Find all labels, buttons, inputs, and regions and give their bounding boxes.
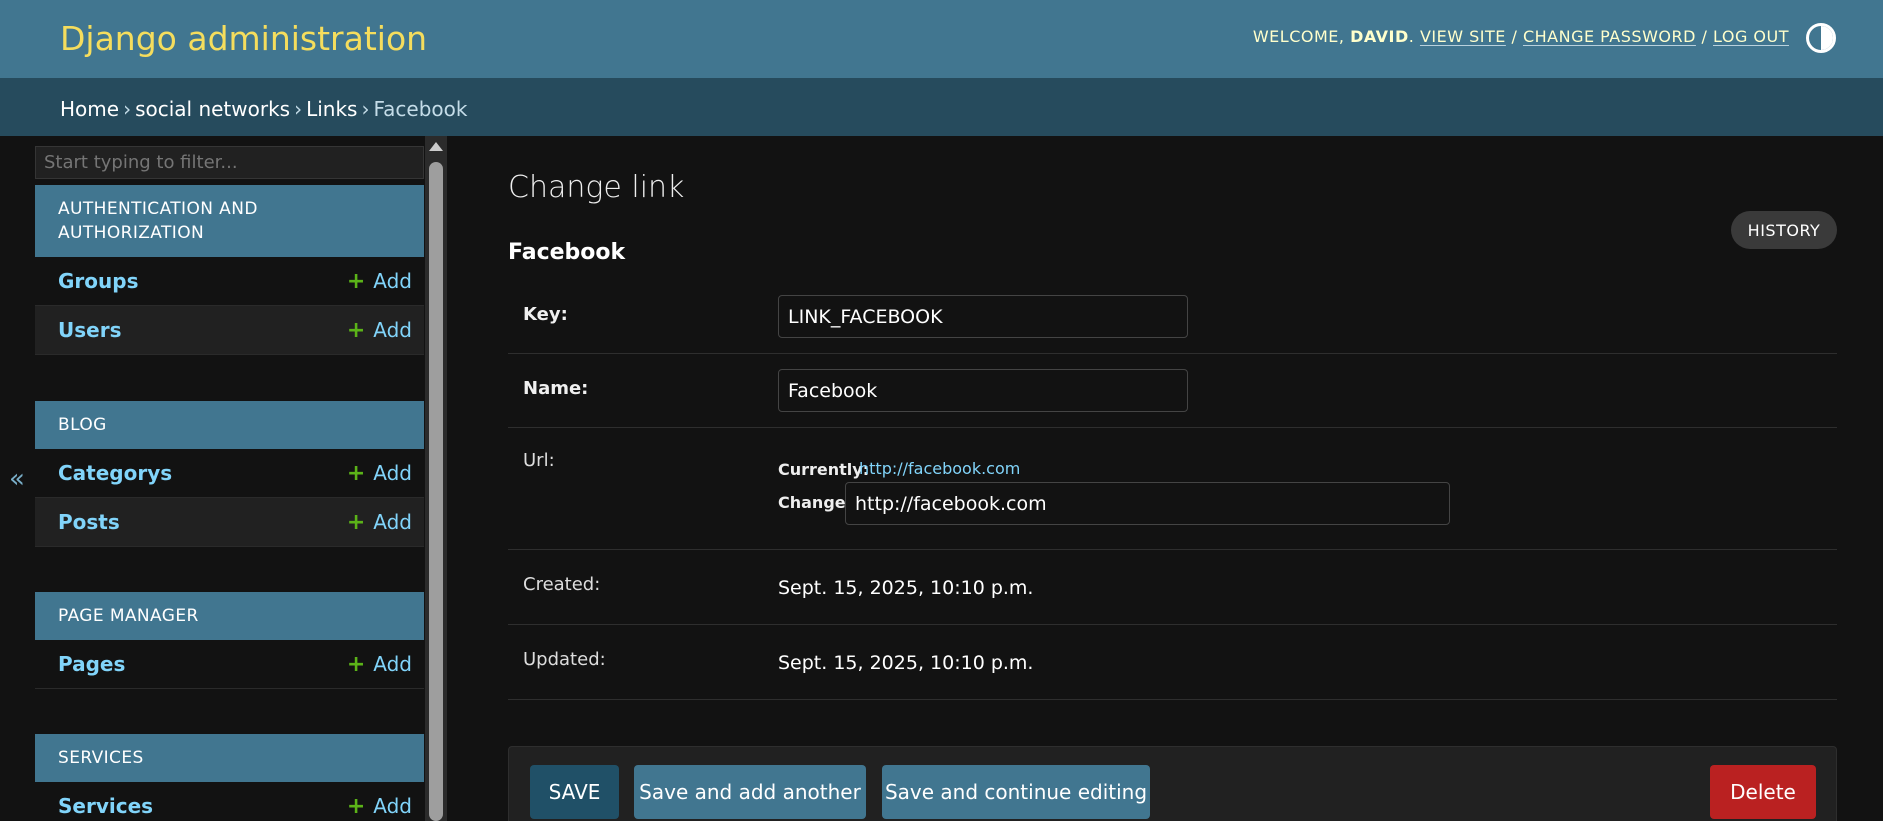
module-page-manager: PAGE MANAGER Pages + Add: [35, 592, 424, 689]
breadcrumb: Home › social networks › Links › Facebook: [0, 78, 1883, 136]
sidebar-scrollbar[interactable]: [425, 136, 447, 821]
object-name-heading: Facebook: [508, 240, 626, 265]
separator: /: [1701, 27, 1708, 46]
add-label: Add: [373, 794, 412, 818]
add-label: Add: [373, 510, 412, 534]
add-groups-link[interactable]: + Add: [347, 269, 412, 294]
plus-icon: +: [346, 651, 366, 677]
log-out-link[interactable]: LOG OUT: [1713, 27, 1789, 46]
url-field[interactable]: [845, 482, 1450, 525]
add-posts-link[interactable]: + Add: [347, 510, 412, 535]
page-title: Change link: [508, 170, 685, 205]
breadcrumb-current: Facebook: [373, 97, 468, 121]
add-label: Add: [373, 318, 412, 342]
model-link-services[interactable]: Services: [58, 794, 153, 818]
form-row-url: Url: Currently: http://facebook.com Chan…: [508, 428, 1837, 550]
scroll-up-arrow-icon[interactable]: [429, 142, 443, 151]
form-row-updated: Updated: Sept. 15, 2025, 10:10 p.m.: [508, 625, 1837, 700]
model-row-pages: Pages + Add: [35, 640, 424, 689]
header: Django administration WELCOME, DAVID. VI…: [0, 0, 1883, 78]
breadcrumb-app[interactable]: social networks: [135, 97, 290, 121]
breadcrumb-separator: ›: [361, 97, 370, 121]
module-caption-text: AUTHENTICATION AND AUTHORIZATION: [58, 199, 258, 243]
breadcrumb-separator: ›: [123, 97, 132, 121]
module-services: SERVICES Services + Add: [35, 734, 424, 821]
add-services-link[interactable]: + Add: [347, 794, 412, 819]
nav-filter-input[interactable]: [35, 146, 424, 179]
site-name[interactable]: Django administration: [60, 19, 427, 58]
breadcrumb-separator: ›: [294, 97, 303, 121]
module-caption-text: PAGE MANAGER: [58, 606, 199, 626]
model-link-categorys[interactable]: Categorys: [58, 461, 172, 485]
updated-label: Updated:: [523, 649, 606, 670]
key-label: Key:: [523, 304, 568, 325]
model-row-groups: Groups + Add: [35, 257, 424, 306]
name-label: Name:: [523, 378, 589, 399]
model-link-posts[interactable]: Posts: [58, 510, 120, 534]
separator: /: [1511, 27, 1518, 46]
form-row-created: Created: Sept. 15, 2025, 10:10 p.m.: [508, 550, 1837, 625]
add-label: Add: [373, 652, 412, 676]
plus-icon: +: [346, 460, 366, 486]
breadcrumb-model[interactable]: Links: [306, 97, 357, 121]
welcome-suffix: .: [1408, 27, 1415, 46]
form-row-key: Key:: [508, 280, 1837, 354]
add-label: Add: [373, 269, 412, 293]
module-blog: BLOG Categorys + Add Posts + Add: [35, 401, 424, 547]
add-categorys-link[interactable]: + Add: [347, 461, 412, 486]
module-caption[interactable]: BLOG: [35, 401, 424, 449]
current-url-link[interactable]: http://facebook.com: [859, 459, 1020, 478]
module-caption[interactable]: SERVICES: [35, 734, 424, 782]
name-field[interactable]: [778, 369, 1188, 412]
currently-label: Currently:: [778, 460, 870, 479]
delete-button[interactable]: Delete: [1710, 765, 1816, 819]
scrollbar-thumb[interactable]: [429, 162, 443, 821]
plus-icon: +: [346, 268, 366, 294]
module-caption-text: BLOG: [58, 415, 107, 435]
model-link-groups[interactable]: Groups: [58, 269, 138, 293]
contrast-icon-half: [1821, 26, 1833, 50]
save-and-add-another-button[interactable]: Save and add another: [634, 765, 866, 819]
created-value: Sept. 15, 2025, 10:10 p.m.: [778, 577, 1034, 599]
model-link-pages[interactable]: Pages: [58, 652, 125, 676]
model-link-users[interactable]: Users: [58, 318, 121, 342]
updated-value: Sept. 15, 2025, 10:10 p.m.: [778, 652, 1034, 674]
save-and-continue-button[interactable]: Save and continue editing: [882, 765, 1150, 819]
add-users-link[interactable]: + Add: [347, 318, 412, 343]
module-caption-text: SERVICES: [58, 748, 144, 768]
add-pages-link[interactable]: + Add: [347, 652, 412, 677]
welcome-prefix: WELCOME,: [1252, 27, 1351, 46]
url-label: Url:: [523, 450, 555, 471]
plus-icon: +: [346, 509, 366, 535]
add-label: Add: [373, 461, 412, 485]
double-chevron-left-icon: «: [9, 463, 25, 494]
key-field[interactable]: [778, 295, 1188, 338]
form-row-name: Name:: [508, 354, 1837, 428]
model-row-services: Services + Add: [35, 782, 424, 821]
history-button[interactable]: HISTORY: [1731, 211, 1837, 249]
collapse-sidebar-button[interactable]: «: [0, 136, 34, 821]
created-label: Created:: [523, 574, 601, 595]
model-row-categorys: Categorys + Add: [35, 449, 424, 498]
model-row-users: Users + Add: [35, 306, 424, 355]
user-tools: WELCOME, DAVID. VIEW SITE / CHANGE PASSW…: [1253, 27, 1789, 46]
module-caption[interactable]: AUTHENTICATION AND AUTHORIZATION: [35, 185, 424, 257]
submit-row: SAVE Save and add another Save and conti…: [508, 746, 1837, 821]
nav-sidebar: AUTHENTICATION AND AUTHORIZATION Groups …: [34, 136, 425, 821]
module-caption[interactable]: PAGE MANAGER: [35, 592, 424, 640]
view-site-link[interactable]: VIEW SITE: [1420, 27, 1506, 46]
change-password-link[interactable]: CHANGE PASSWORD: [1523, 27, 1696, 46]
change-label: Change:: [778, 493, 853, 512]
module-auth: AUTHENTICATION AND AUTHORIZATION Groups …: [35, 185, 424, 355]
contrast-icon[interactable]: [1806, 23, 1836, 53]
plus-icon: +: [346, 793, 366, 819]
username: DAVID: [1350, 27, 1409, 46]
plus-icon: +: [346, 317, 366, 343]
model-row-posts: Posts + Add: [35, 498, 424, 547]
breadcrumb-home[interactable]: Home: [60, 97, 119, 121]
save-button[interactable]: SAVE: [530, 765, 619, 819]
